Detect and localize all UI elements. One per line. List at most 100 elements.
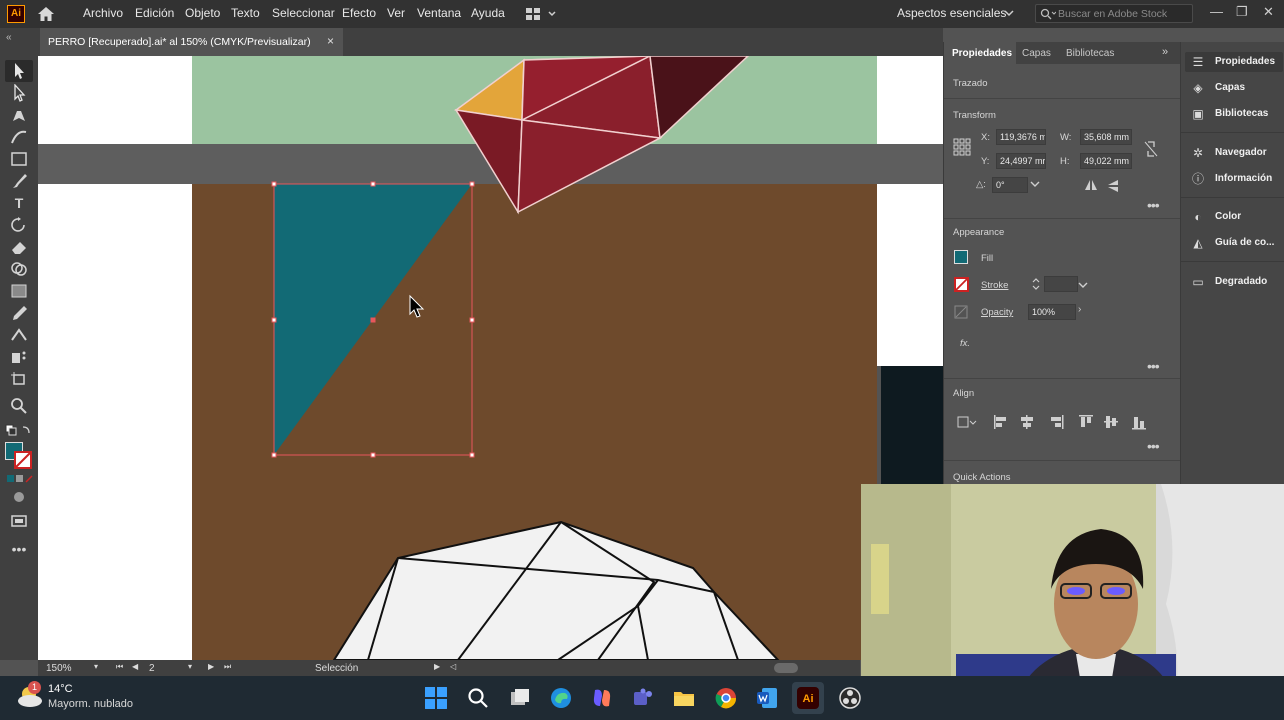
menu-efecto[interactable]: Efecto [342,6,376,20]
fx-button[interactable]: fx. [960,338,970,349]
reference-point-icon[interactable] [953,138,971,156]
tab-propiedades[interactable]: Propiedades [952,48,1012,59]
close-tab-icon[interactable]: × [327,34,334,48]
weather-temperature[interactable]: 14°C [48,683,73,695]
stroke-color-swatch[interactable] [14,451,32,469]
tab-bibliotecas[interactable]: Bibliotecas [1066,48,1114,59]
dock-degradado[interactable]: ▭ Degradado [1191,274,1284,292]
document-tab[interactable]: PERRO [Recuperado].ai* al 150% (CMYK/Pre… [40,28,343,56]
menu-texto[interactable]: Texto [231,6,260,20]
first-artboard-icon[interactable]: ⏮ [116,662,123,672]
file-explorer-icon[interactable] [672,686,696,710]
home-icon[interactable] [36,5,56,23]
flip-horizontal-icon[interactable] [1084,179,1098,191]
maximize-icon[interactable]: ❐ [1236,4,1248,20]
eraser-tool-icon[interactable] [9,238,29,256]
close-icon[interactable]: ✕ [1263,4,1274,20]
align-buttons[interactable] [954,413,1154,431]
stroke-stepper-icon[interactable] [1031,277,1041,291]
fill-swatch[interactable] [954,250,968,264]
symbol-sprayer-tool-icon[interactable] [9,348,29,366]
dock-guia-de-color[interactable]: ◭ Guía de co... [1191,235,1284,253]
word-icon[interactable] [755,686,779,710]
selection-tool-icon[interactable] [9,62,29,80]
angle-field[interactable]: 0° [992,177,1028,193]
opacity-arrow-icon[interactable]: › [1078,304,1081,315]
angle-dropdown-icon[interactable] [1030,180,1040,188]
h-field[interactable]: 49,022 mm [1080,153,1132,169]
x-field[interactable]: 119,3676 m [996,129,1046,145]
stroke-label[interactable]: Stroke [981,280,1008,291]
artboard-number[interactable]: 2 [149,663,155,674]
rectangle-tool-icon[interactable] [9,150,29,168]
pen-tool-icon[interactable] [9,106,29,124]
taskbar-search-icon[interactable] [466,686,490,710]
shape-builder-tool-icon[interactable] [9,260,29,278]
chevron-down-icon[interactable] [1004,9,1014,17]
zoom-tool-icon[interactable] [9,396,29,414]
dock-bibliotecas[interactable]: ▣ Bibliotecas [1191,106,1284,124]
chrome-icon[interactable] [714,686,738,710]
minimize-icon[interactable]: — [1210,4,1223,19]
menu-edicion[interactable]: Edición [135,6,174,20]
eyedropper-tool-icon[interactable] [9,304,29,322]
blend-tool-icon[interactable] [9,326,29,344]
menu-archivo[interactable]: Archivo [83,6,123,20]
search-input[interactable]: Buscar en Adobe Stock [1035,4,1193,23]
appearance-more-icon[interactable]: ••• [1147,358,1160,374]
rotate-tool-icon[interactable] [9,216,29,234]
dock-propiedades[interactable]: ☰ Propiedades [1191,54,1284,72]
tab-capas[interactable]: Capas [1022,48,1051,59]
align-more-icon[interactable]: ••• [1147,438,1160,454]
menu-objeto[interactable]: Objeto [185,6,220,20]
menu-seleccionar[interactable]: Seleccionar [272,6,335,20]
illustrator-taskbar-icon[interactable]: Ai [796,686,820,710]
y-field[interactable]: 24,4997 mr [996,153,1046,169]
artboard-dropdown-icon[interactable]: ▾ [188,662,192,671]
arrange-documents-icon[interactable] [525,7,557,21]
stroke-swatch[interactable] [954,277,969,292]
more-tools-icon[interactable]: ••• [9,540,29,558]
workspace-switcher[interactable]: Aspectos esenciales [897,6,1006,20]
color-mode-icons[interactable] [6,474,34,484]
weather-description[interactable]: Mayorm. nublado [48,698,133,710]
menu-ayuda[interactable]: Ayuda [471,6,505,20]
constrain-proportions-icon[interactable] [1143,140,1159,158]
screen-mode-icon[interactable] [9,512,29,530]
artboard-tool-icon[interactable] [9,370,29,388]
opacity-field[interactable]: 100% [1028,304,1076,320]
menu-ventana[interactable]: Ventana [417,6,461,20]
previous-artboard-icon[interactable]: ◀ [132,662,138,671]
stroke-dropdown-icon[interactable] [1078,281,1088,289]
obs-icon[interactable] [838,686,862,710]
edge-browser-icon[interactable] [549,686,573,710]
collapse-panel-icon[interactable]: » [1162,46,1168,58]
dock-capas[interactable]: ◈ Capas [1191,80,1284,98]
w-field[interactable]: 35,608 mm [1080,129,1132,145]
draw-mode-icon[interactable] [9,488,29,506]
status-menu-icon[interactable]: ▶ [434,662,440,671]
direct-selection-tool-icon[interactable] [9,84,29,102]
zoom-dropdown-icon[interactable]: ▾ [94,662,98,671]
horizontal-scrollbar-thumb[interactable] [774,663,798,673]
gradient-tool-icon[interactable] [9,282,29,300]
task-view-icon[interactable] [508,686,532,710]
next-artboard-icon[interactable]: ▶ [208,662,214,671]
scroll-left-icon[interactable]: ◁ [450,662,456,671]
transform-more-icon[interactable]: ••• [1147,197,1160,213]
flip-vertical-icon[interactable] [1107,179,1119,193]
last-artboard-icon[interactable]: ⏭ [224,662,231,672]
opacity-label[interactable]: Opacity [981,307,1013,318]
paintbrush-tool-icon[interactable] [9,172,29,190]
toolbar-collapse-icon[interactable]: « [6,32,12,43]
zoom-level[interactable]: 150% [46,663,72,674]
curvature-tool-icon[interactable] [9,128,29,146]
dock-informacion[interactable]: ⓘ Información [1191,171,1284,189]
stroke-weight-field[interactable] [1044,276,1078,292]
windows-start-icon[interactable] [424,686,448,710]
type-tool-icon[interactable]: T [9,194,29,212]
menu-ver[interactable]: Ver [387,6,405,20]
teams-icon[interactable] [631,686,655,710]
artboard-canvas[interactable] [38,56,943,660]
default-colors-icon[interactable] [5,424,33,438]
